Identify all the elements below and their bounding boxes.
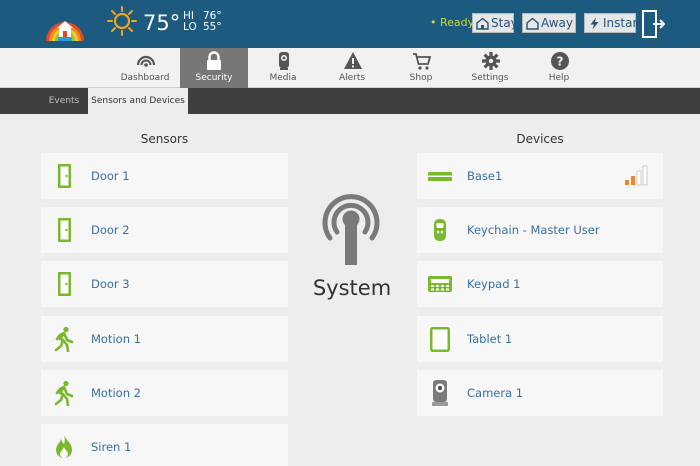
devices-heading: Devices [516,132,564,146]
camera-icon [279,52,289,70]
main-nav: Dashboard Security Media Alerts Shop Set… [0,48,700,88]
arm-instant-label: Instant [603,16,645,30]
arm-away-label: Away [541,16,573,30]
sensor-card-door-2[interactable]: Door 2 [41,207,288,253]
arm-stay-button[interactable]: Stay [472,13,518,33]
device-label: Keypad 1 [467,277,521,291]
arm-away-button[interactable]: Away [522,13,576,33]
sensor-label: Door 2 [91,223,130,237]
nav-security[interactable]: Security [180,48,248,88]
nav-settings-label: Settings [471,73,509,83]
sensor-card-door-1[interactable]: Door 1 [41,153,288,199]
device-label: Keychain - Master User [467,223,600,237]
arm-instant-button[interactable]: Instant [584,13,645,33]
signal-strength-icon [625,165,648,186]
door-icon [58,164,71,188]
lo-label: LO [183,21,197,33]
sensor-label: Siren 1 [91,440,132,454]
nav-shop-label: Shop [409,73,433,83]
device-card-camera-1[interactable]: Camera 1 [417,370,663,416]
base-station-icon [428,172,452,181]
nav-shop[interactable]: Shop [388,48,454,88]
nav-alerts-label: Alerts [338,73,366,83]
cart-icon [413,53,432,70]
house-outline-icon [526,17,539,30]
nav-dashboard-label: Dashboard [120,73,170,83]
sensor-card-siren-1[interactable]: Siren 1 [41,424,288,466]
tablet-icon [430,327,450,352]
flame-icon [56,435,72,458]
nav-help[interactable]: ? Help [526,48,592,88]
lightning-icon [590,17,599,30]
device-label: Camera 1 [467,386,524,400]
device-card-tablet-1[interactable]: Tablet 1 [417,316,663,362]
device-card-base1[interactable]: Base1 [417,153,663,199]
camera-device-icon [432,380,448,406]
home-icon [476,17,489,30]
lo-value: 55° [203,21,222,33]
motion-icon [54,380,74,406]
lock-icon [207,51,221,70]
sub-nav: Events Sensors and Devices [0,88,700,114]
nav-settings[interactable]: Settings [457,48,523,88]
warning-icon [344,52,362,69]
sensor-label: Door 3 [91,277,130,291]
hi-lo-temperature: HI 76° LO 55° [183,11,222,33]
sun-icon [107,6,137,36]
door-icon [58,218,71,242]
sensor-label: Door 1 [91,169,130,183]
dashboard-icon [136,55,156,67]
device-card-keypad-1[interactable]: Keypad 1 [417,261,663,307]
keychain-icon [434,219,446,241]
nav-media[interactable]: Media [250,48,316,88]
keypad-icon [428,276,452,292]
sensor-card-motion-2[interactable]: Motion 2 [41,370,288,416]
logout-icon[interactable] [641,10,665,38]
home-logo-icon[interactable] [43,5,87,43]
top-bar: 75° HI 76° LO 55° • Ready Stay Away Instan… [0,0,700,48]
system-icon[interactable] [320,192,382,268]
nav-security-label: Security [195,73,233,83]
svg-text:?: ? [557,55,564,69]
sensor-card-motion-1[interactable]: Motion 1 [41,316,288,362]
nav-dashboard[interactable]: Dashboard [112,48,178,88]
gear-icon [482,52,500,70]
device-card-keychain[interactable]: Keychain - Master User [417,207,663,253]
arm-stay-label: Stay [491,16,518,30]
system-label[interactable]: System [306,276,398,300]
sensors-heading: Sensors [140,132,189,146]
device-label: Tablet 1 [467,332,513,346]
help-icon: ? [551,52,569,70]
system-status: • Ready [430,16,475,29]
device-label: Base1 [467,169,503,183]
nav-help-label: Help [548,73,570,83]
tab-sensors-and-devices[interactable]: Sensors and Devices [88,88,188,114]
sensor-card-door-3[interactable]: Door 3 [41,261,288,307]
door-icon [58,272,71,296]
motion-icon [54,326,74,352]
tab-events[interactable]: Events [40,88,88,114]
sensor-label: Motion 1 [91,332,141,346]
nav-media-label: Media [269,73,297,83]
sensor-label: Motion 2 [91,386,141,400]
current-temperature: 75° [143,11,181,35]
nav-alerts[interactable]: Alerts [319,48,385,88]
